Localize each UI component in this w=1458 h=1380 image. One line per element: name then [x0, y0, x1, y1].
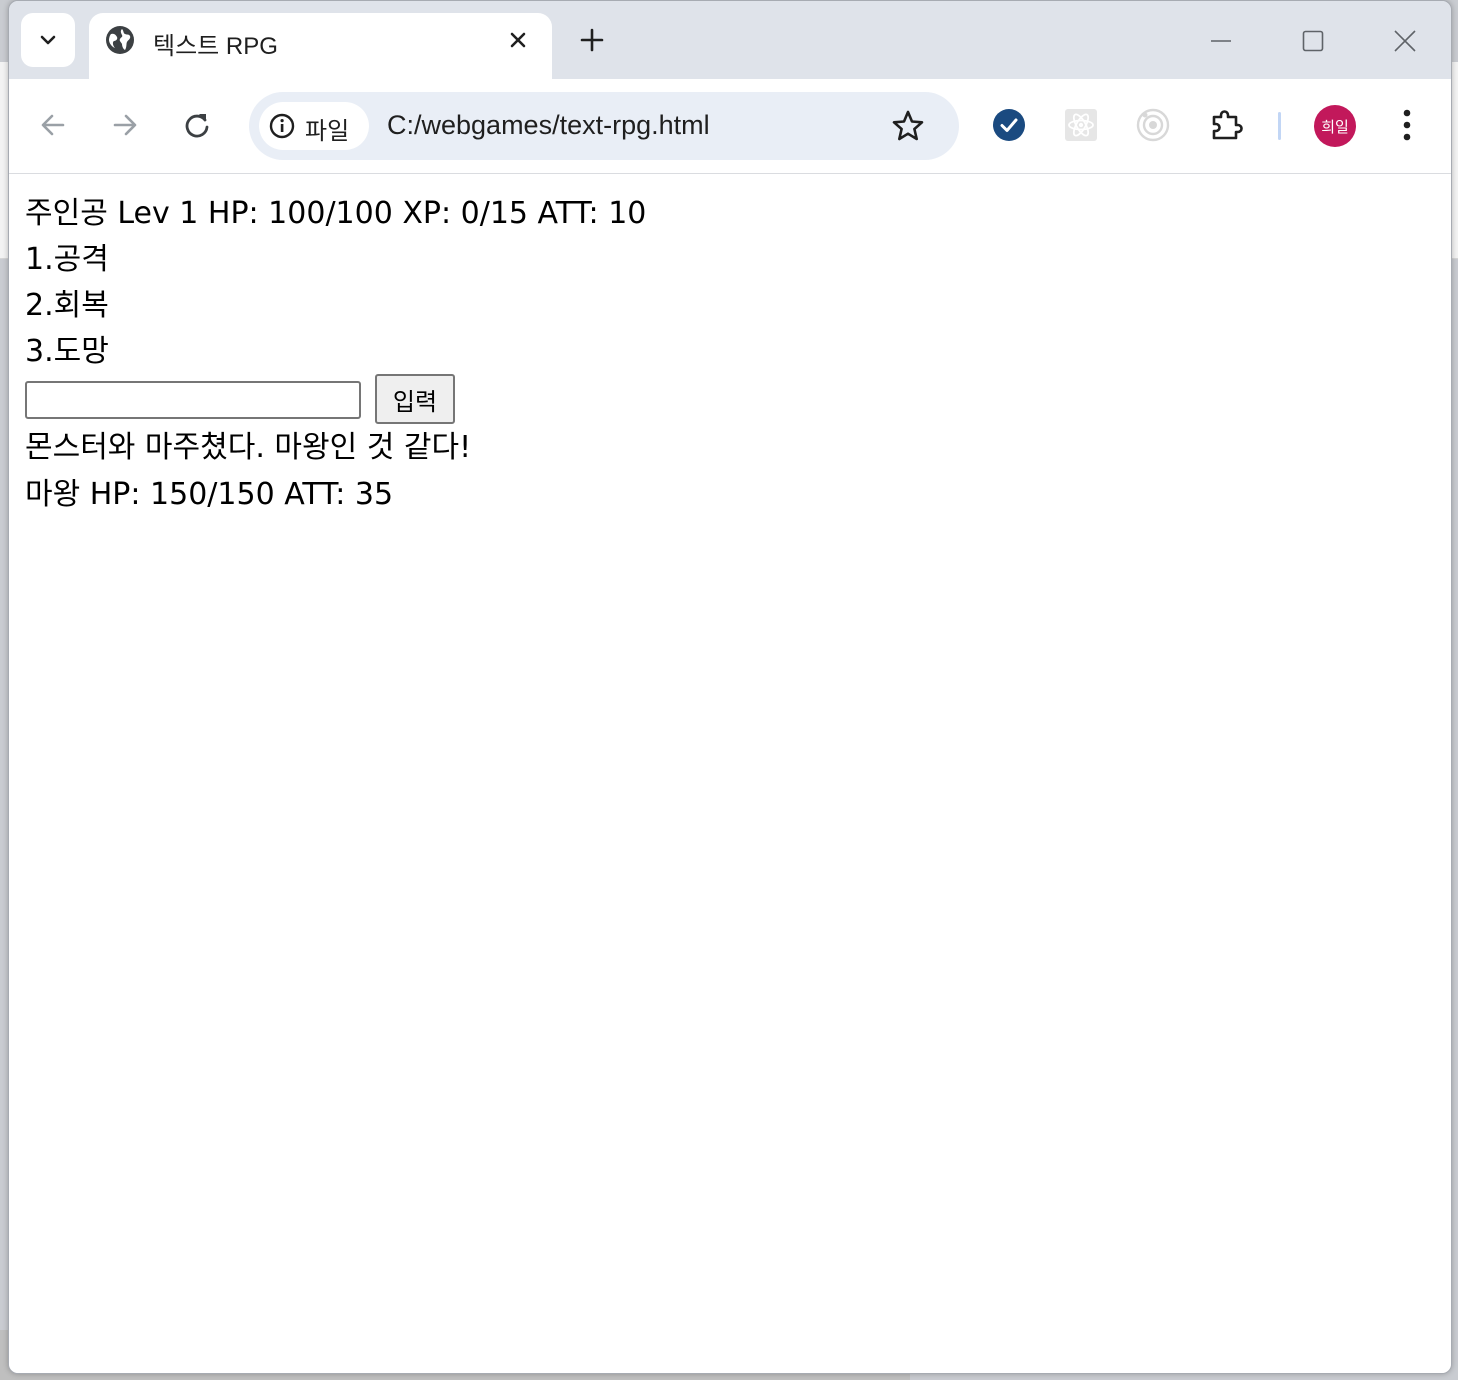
forward-arrow-icon — [113, 114, 137, 136]
page-content: 주인공 Lev 1 HP: 100/100 XP: 0/15 ATT: 10 1… — [9, 174, 1451, 1373]
site-info-chip[interactable]: 파일 — [259, 102, 369, 150]
menu-item-flee: 3.도망 — [25, 334, 109, 369]
reload-icon — [185, 114, 209, 138]
close-icon — [510, 32, 526, 48]
url-text[interactable]: C:/webgames/text-rpg.html — [387, 110, 710, 141]
close-window-button[interactable] — [1385, 21, 1425, 61]
maximize-button[interactable] — [1293, 21, 1333, 61]
tab-strip: 텍스트 RPG — [9, 1, 1451, 80]
menu-item-attack: 1.공격 — [25, 242, 109, 277]
three-dots-vertical-icon — [1403, 109, 1411, 141]
minimize-button[interactable] — [1201, 21, 1241, 61]
plus-icon — [580, 28, 604, 52]
browser-window: 텍스트 RPG 파일 C:/webgames/text-rpg.html 희일 … — [8, 0, 1452, 1374]
profile-avatar[interactable]: 희일 — [1314, 105, 1356, 147]
checkmark-circle-icon — [993, 109, 1025, 141]
tab-title: 텍스트 RPG — [153, 33, 278, 60]
puzzle-icon — [1212, 110, 1243, 140]
star-icon[interactable] — [891, 109, 925, 143]
tab-active[interactable]: 텍스트 RPG — [89, 13, 552, 80]
site-chip-label: 파일 — [305, 117, 350, 145]
extension-target-button[interactable] — [1133, 105, 1173, 145]
toolbar-divider — [1278, 112, 1281, 140]
tab-search-button[interactable] — [21, 13, 75, 67]
extensions-button[interactable] — [1207, 105, 1247, 145]
monster-status: 마왕 HP: 150/150 ATT: 35 — [25, 477, 394, 512]
battle-message: 몬스터와 마주쳤다. 마왕인 것 같다! — [25, 430, 472, 465]
command-input[interactable] — [25, 381, 361, 419]
menu-item-heal: 2.회복 — [25, 288, 109, 323]
info-icon — [269, 113, 295, 139]
target-icon — [1136, 108, 1170, 142]
extension-checkmark-button[interactable] — [989, 105, 1029, 145]
address-bar[interactable]: 파일 C:/webgames/text-rpg.html — [249, 92, 959, 160]
minimize-icon — [1211, 40, 1231, 42]
back-arrow-icon — [41, 114, 65, 136]
player-status: 주인공 Lev 1 HP: 100/100 XP: 0/15 ATT: 10 — [25, 196, 647, 231]
browser-toolbar: 파일 C:/webgames/text-rpg.html 희일 — [9, 79, 1451, 174]
new-tab-button[interactable] — [575, 23, 609, 57]
tab-close-button[interactable] — [503, 25, 533, 55]
extension-react-button[interactable] — [1061, 105, 1101, 145]
globe-icon — [106, 26, 134, 54]
chevron-down-icon — [40, 35, 56, 45]
maximize-icon — [1302, 30, 1324, 52]
back-button[interactable] — [31, 103, 75, 147]
submit-button[interactable]: 입력 — [375, 374, 455, 424]
forward-button[interactable] — [103, 103, 147, 147]
browser-menu-button[interactable] — [1385, 103, 1429, 147]
react-atom-icon — [1065, 109, 1097, 141]
reload-button[interactable] — [175, 103, 219, 147]
close-window-icon — [1394, 30, 1416, 52]
